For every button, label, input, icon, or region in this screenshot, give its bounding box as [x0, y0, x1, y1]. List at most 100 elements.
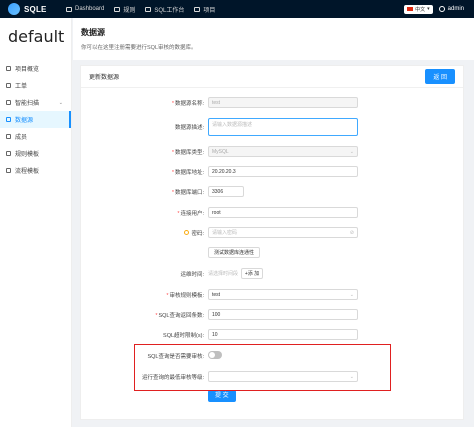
maintenance-time-picker[interactable]: 请选择时间段 [208, 270, 238, 277]
sqle-logo-icon [8, 3, 20, 15]
page-title: 数据源 [81, 28, 105, 37]
nav-sql-workbench[interactable]: SQL工作台 [145, 5, 184, 14]
overview-icon [6, 66, 11, 71]
db-port-input[interactable]: 3306 [208, 186, 244, 197]
sidebar-item-label: 工单 [15, 84, 28, 90]
nav-label: Dashboard [75, 6, 105, 12]
user-menu[interactable]: admin [438, 6, 464, 12]
field-label: *数据源名称: [81, 99, 208, 107]
form-row-desc: 数据源描述: 请输入数据源描述 [81, 118, 465, 136]
db-user-input[interactable]: root [208, 207, 358, 218]
required-mark: * [171, 169, 174, 176]
flow-template-icon [6, 168, 11, 173]
field-label: SQL超时限制(s): [81, 331, 208, 339]
db-host-input[interactable]: 20.20.20.3 [208, 166, 358, 177]
field-label: *数据库端口: [81, 188, 208, 196]
desc-label: 数据源描述: [174, 125, 204, 131]
password-placeholder: 请输入密码 [212, 230, 238, 236]
nav-label: 项目 [203, 7, 216, 14]
sidebar-item-overview[interactable]: 项目概览 [0, 60, 71, 77]
sidebar-item-members[interactable]: 成员 [0, 128, 71, 145]
form-row-port: *数据库端口: 3306 [81, 186, 465, 197]
sidebar-item-label: 流程模板 [15, 169, 40, 175]
add-label: 添 加 [247, 271, 260, 277]
sidebar-menu: 项目概览 工单 智能扫描 ⌄ 数据源 成员 规则模板 流程模板 [0, 60, 71, 179]
chevron-down-icon: ▾ [427, 6, 430, 12]
sidebar-item-datasource[interactable]: 数据源 [0, 111, 71, 128]
sidebar-item-rule-templates[interactable]: 规则模板 [0, 145, 71, 162]
china-flag-icon [407, 7, 414, 11]
user-icon [438, 6, 445, 12]
form-row-sql-query-rows: *SQL查询返回条数: 100 [81, 309, 465, 320]
page-header: 数据源 你可以在这里注册需要进行SQL审核的数据库。 [73, 18, 474, 60]
dashboard-icon [66, 6, 72, 12]
card-title: 更新数据源 [89, 75, 120, 81]
rule-template-select[interactable]: test ⌄ [208, 289, 358, 300]
datasource-desc-textarea[interactable]: 请输入数据源描述 [208, 118, 358, 136]
member-icon [6, 134, 11, 139]
form-row-host: *数据库地址: 20.20.20.3 [81, 166, 465, 177]
info-icon [184, 229, 190, 235]
username: admin [447, 6, 464, 12]
db-type-select[interactable]: MySQL ⌄ [208, 146, 358, 157]
highlight-box [134, 344, 391, 391]
nav-label: SQL工作台 [154, 7, 185, 14]
form-row-rule-template: *审核规则模板: test ⌄ [81, 289, 465, 300]
sidebar-item-label: 成员 [15, 135, 28, 141]
submit-button[interactable]: 提 交 [208, 390, 236, 402]
nav-label: 规则 [123, 7, 136, 14]
sidebar-item-label: 规则模板 [15, 152, 40, 158]
logo-text: SQLE [24, 4, 47, 14]
sidebar-item-label: 智能扫描 [15, 101, 40, 107]
nav-dashboard[interactable]: Dashboard [66, 6, 104, 12]
chevron-down-icon: ⌄ [349, 292, 354, 298]
sql-timeout-input[interactable]: 10 [208, 329, 358, 340]
chevron-down-icon: ⌄ [58, 99, 63, 106]
project-name: default [8, 27, 65, 46]
nav-projects[interactable]: 项目 [194, 5, 215, 14]
top-right-area: 中文 ▾ admin [404, 4, 474, 14]
field-label: 密码: [81, 229, 208, 237]
rule-template-value: test [212, 291, 221, 298]
form-row-test-connection: 测试数据库连通性 [81, 247, 465, 258]
language-switch[interactable]: 中文 ▾ [404, 4, 433, 14]
field-label: *SQL查询返回条数: [81, 311, 208, 319]
add-maintenance-button[interactable]: + 添 加 [241, 268, 264, 279]
card-header: 更新数据源 返 回 [81, 66, 463, 88]
sidebar-item-flow-templates[interactable]: 流程模板 [0, 162, 71, 179]
sql-query-rows-input[interactable]: 100 [208, 309, 358, 320]
form-row-maintenance: 运维时间: 请选择时间段 + 添 加 [81, 268, 465, 279]
language-label: 中文 [415, 6, 426, 13]
rule-template-label: 审核规则模板: [169, 292, 204, 299]
name-label: 数据源名称: [174, 100, 204, 107]
sidebar-item-orders[interactable]: 工单 [0, 77, 71, 94]
nav-rules[interactable]: 规则 [114, 5, 135, 14]
db-type-value: MySQL [212, 148, 229, 155]
form-row-user: *连接用户: root [81, 207, 465, 218]
logo[interactable]: SQLE [0, 3, 60, 15]
sidebar-item-label: 数据源 [15, 118, 34, 124]
maintenance-label: 运维时间: [180, 271, 204, 278]
required-mark: * [171, 100, 174, 107]
sql-workbench-icon [145, 6, 152, 12]
required-mark: * [171, 189, 174, 196]
datasource-name-input[interactable]: test [208, 97, 358, 108]
order-icon [6, 83, 11, 88]
rule-icon [114, 6, 121, 12]
form-row-type: *数据库类型: MySQL ⌄ [81, 146, 465, 157]
sql-query-rows-label: SQL查询返回条数: [158, 312, 204, 319]
project-icon [194, 6, 201, 12]
desc-placeholder: 请输入数据源描述 [212, 122, 253, 128]
chevron-down-icon: ⌄ [349, 149, 354, 155]
eye-invisible-icon[interactable]: ⊘ [350, 230, 354, 236]
rule-template-icon [6, 151, 11, 156]
host-label: 数据库地址: [174, 169, 204, 176]
sidebar-item-smart-scan[interactable]: 智能扫描 ⌄ [0, 94, 71, 111]
test-connection-button[interactable]: 测试数据库连通性 [208, 247, 261, 258]
sidebar: default 项目概览 工单 智能扫描 ⌄ 数据源 成员 规则模板 流程模板 [0, 18, 72, 427]
required-mark: * [171, 149, 174, 156]
field-label: *审核规则模板: [81, 291, 208, 299]
port-label: 数据库端口: [174, 189, 204, 196]
back-button[interactable]: 返 回 [425, 69, 455, 84]
db-password-input[interactable]: 请输入密码 ⊘ [208, 227, 358, 238]
